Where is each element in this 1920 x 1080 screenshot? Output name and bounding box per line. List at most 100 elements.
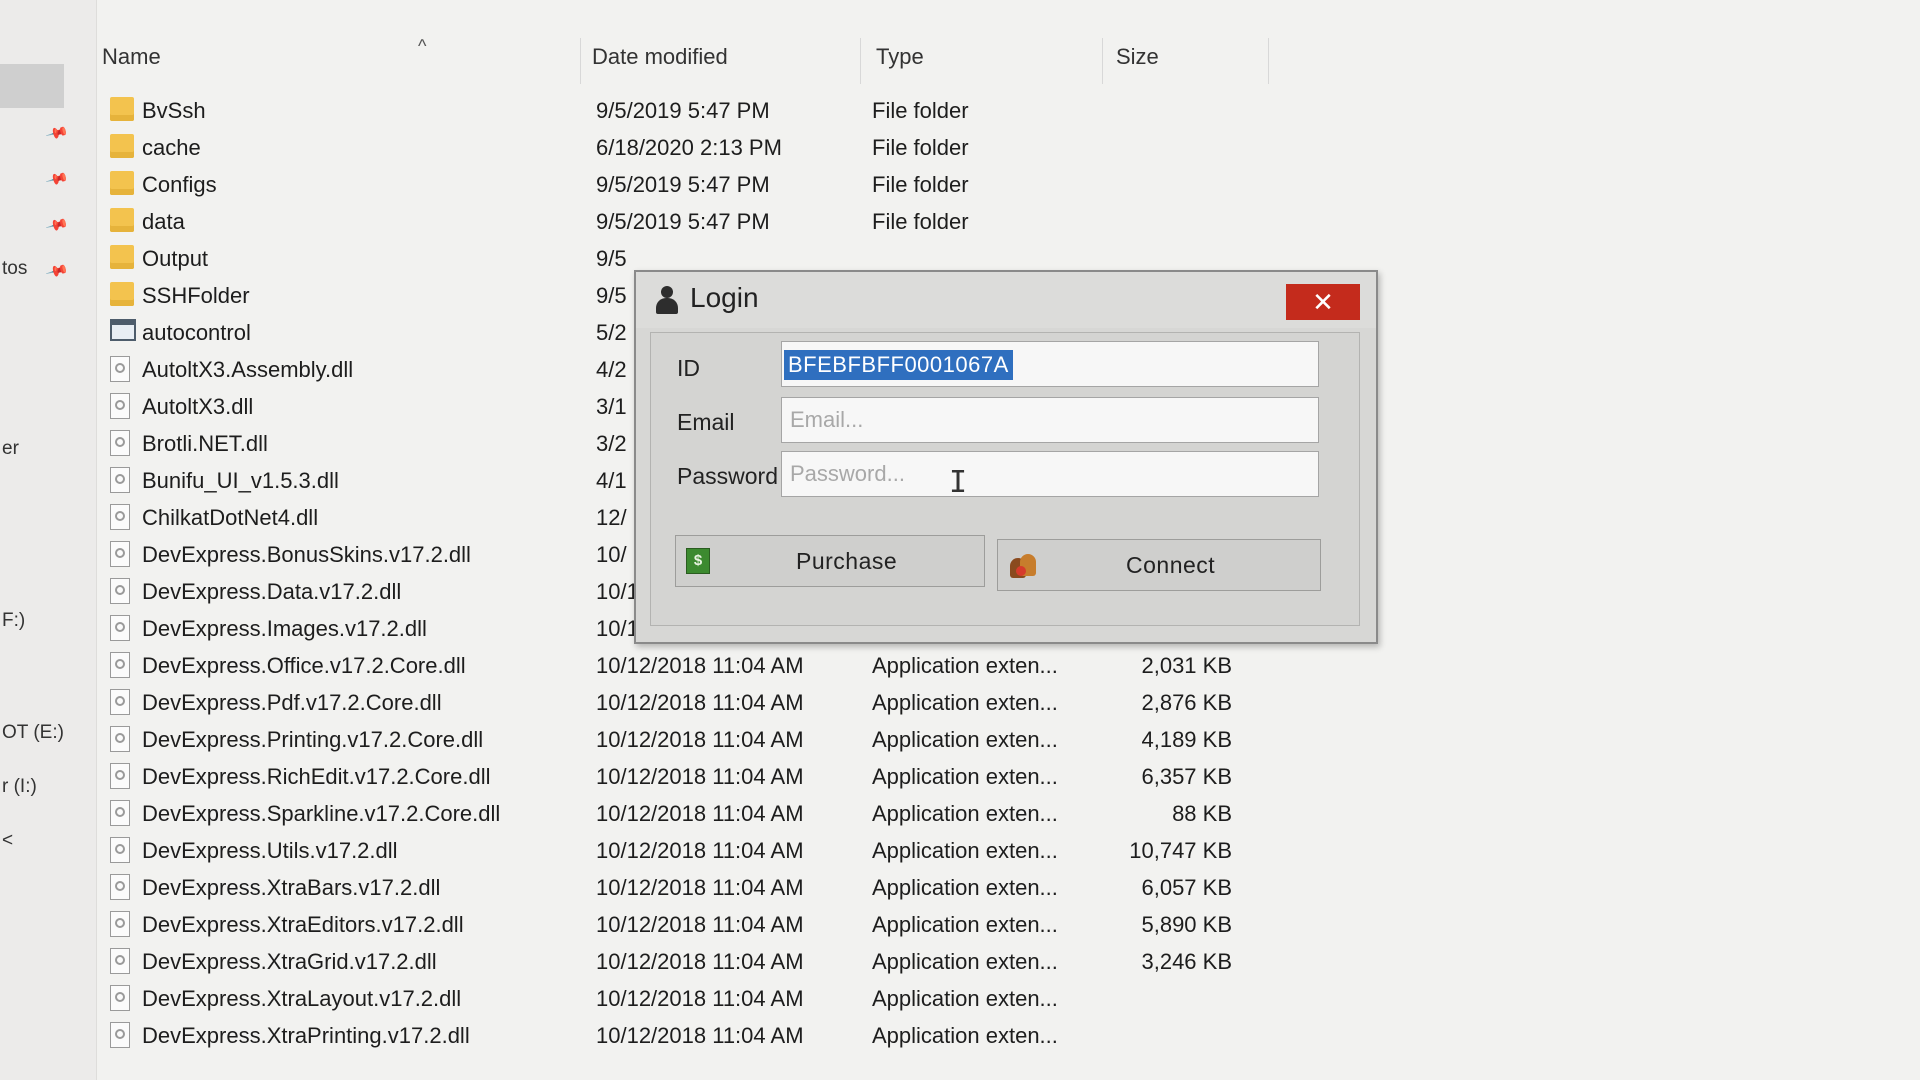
file-name: DevExpress.Office.v17.2.Core.dll	[142, 653, 466, 678]
dll-icon	[110, 726, 132, 752]
dll-icon	[110, 1022, 132, 1048]
column-header-date-modified[interactable]: Date modified	[592, 44, 728, 70]
users-icon	[1008, 550, 1038, 580]
file-date-modified: 10/12/2018 11:04 AM	[596, 764, 804, 789]
close-icon: ✕	[1312, 287, 1334, 317]
file-type: File folder	[872, 98, 969, 123]
file-name: Brotli.NET.dll	[142, 431, 268, 456]
file-date-modified: 10/12/2018 11:04 AM	[596, 801, 804, 826]
dll-icon	[110, 467, 132, 493]
file-date-modified: 3/2	[596, 431, 627, 456]
file-row[interactable]: DevExpress.Pdf.v17.2.Core.dll 10/12/2018 …	[96, 684, 1920, 721]
nav-item-label[interactable]: F:)	[2, 610, 25, 632]
text-cursor-icon: I	[949, 465, 968, 500]
dollar-icon: $	[686, 548, 710, 574]
nav-item-label[interactable]: er	[2, 438, 19, 460]
file-row[interactable]: BvSsh 9/5/2019 5:47 PM File folder	[96, 92, 1920, 129]
pin-icon[interactable]: 📌	[45, 121, 70, 145]
file-name: autocontrol	[142, 320, 251, 345]
pin-icon[interactable]: 📌	[45, 259, 70, 283]
login-form: ID BFEBFBFF0001067A Email Password I $ P…	[650, 332, 1360, 626]
file-row[interactable]: cache 6/18/2020 2:13 PM File folder	[96, 129, 1920, 166]
email-field[interactable]	[781, 397, 1319, 443]
dll-icon	[110, 948, 132, 974]
file-date-modified: 10/12/2018 11:04 AM	[596, 727, 804, 752]
purchase-button[interactable]: $ Purchase	[675, 535, 985, 587]
file-row[interactable]: Configs 9/5/2019 5:47 PM File folder	[96, 166, 1920, 203]
folder-icon	[110, 282, 134, 308]
connect-button[interactable]: Connect	[997, 539, 1321, 591]
folder-icon	[110, 245, 134, 271]
nav-item-label[interactable]: <	[2, 830, 13, 852]
nav-item-label[interactable]: tos	[2, 258, 27, 280]
file-date-modified: 10/12/2018 11:04 AM	[596, 1023, 804, 1048]
column-header-row: ^ Name Date modified Type Size	[96, 36, 1920, 86]
file-row[interactable]: DevExpress.Utils.v17.2.dll 10/12/2018 11:…	[96, 832, 1920, 869]
nav-item-label[interactable]: OT (E:)	[2, 722, 64, 744]
file-date-modified: 10/12/2018 11:04 AM	[596, 838, 804, 863]
file-row[interactable]: DevExpress.Office.v17.2.Core.dll 10/12/20…	[96, 647, 1920, 684]
file-row[interactable]: DevExpress.RichEdit.v17.2.Core.dll 10/12/…	[96, 758, 1920, 795]
file-date-modified: 5/2	[596, 320, 627, 345]
dll-icon	[110, 430, 132, 456]
pin-icon[interactable]: 📌	[45, 167, 70, 191]
file-row[interactable]: DevExpress.XtraBars.v17.2.dll 10/12/2018 …	[96, 869, 1920, 906]
file-name: SSHFolder	[142, 283, 250, 308]
column-divider[interactable]	[860, 38, 861, 84]
application-icon	[110, 319, 136, 345]
dialog-titlebar[interactable]: Login ✕	[636, 272, 1376, 328]
column-header-size[interactable]: Size	[1116, 44, 1159, 70]
close-button[interactable]: ✕	[1286, 284, 1360, 320]
file-row[interactable]: DevExpress.XtraPrinting.v17.2.dll 10/12/2…	[96, 1017, 1920, 1054]
file-type: Application exten...	[872, 653, 1058, 678]
nav-selected-item[interactable]	[0, 64, 64, 108]
dll-icon	[110, 356, 132, 382]
sort-ascending-icon: ^	[418, 36, 427, 56]
nav-item-label[interactable]: r (I:)	[2, 776, 37, 798]
file-name: DevExpress.XtraLayout.v17.2.dll	[142, 986, 462, 1011]
column-divider[interactable]	[580, 38, 581, 84]
file-row[interactable]: DevExpress.XtraLayout.v17.2.dll 10/12/201…	[96, 980, 1920, 1017]
password-field[interactable]	[781, 451, 1319, 497]
dll-icon	[110, 615, 132, 641]
file-type: File folder	[872, 209, 969, 234]
file-row[interactable]: DevExpress.XtraGrid.v17.2.dll 10/12/2018 …	[96, 943, 1920, 980]
file-size: 2,031 KB	[1141, 653, 1232, 678]
file-row[interactable]: DevExpress.Printing.v17.2.Core.dll 10/12/…	[96, 721, 1920, 758]
file-date-modified: 4/2	[596, 357, 627, 382]
file-type: Application exten...	[872, 690, 1058, 715]
dll-icon	[110, 874, 132, 900]
file-row[interactable]: DevExpress.Sparkline.v17.2.Core.dll 10/12…	[96, 795, 1920, 832]
file-date-modified: 10/12/2018 11:04 AM	[596, 875, 804, 900]
file-type: Application exten...	[872, 764, 1058, 789]
navigation-pane: 📌 📌 📌 📌 tos er F:) OT (E:) r (I:) <	[0, 0, 97, 1080]
purchase-button-label: Purchase	[796, 548, 898, 574]
file-date-modified: 10/12/2018 11:04 AM	[596, 912, 804, 937]
file-name: Configs	[142, 172, 217, 197]
column-divider[interactable]	[1102, 38, 1103, 84]
file-name: ChilkatDotNet4.dll	[142, 505, 319, 530]
column-header-name[interactable]: Name	[102, 44, 161, 70]
password-label: Password	[677, 463, 778, 489]
file-type: Application exten...	[872, 727, 1058, 752]
pin-icon[interactable]: 📌	[45, 213, 70, 237]
dll-icon	[110, 763, 132, 789]
file-date-modified: 10/12/2018 11:04 AM	[596, 653, 804, 678]
file-name: DevExpress.Images.v17.2.dll	[142, 616, 427, 641]
id-field[interactable]: BFEBFBFF0001067A	[781, 341, 1319, 387]
dll-icon	[110, 541, 132, 567]
file-date-modified: 10/12/2018 11:04 AM	[596, 986, 804, 1011]
column-divider[interactable]	[1268, 38, 1269, 84]
file-row[interactable]: data 9/5/2019 5:47 PM File folder	[96, 203, 1920, 240]
file-size: 4,189 KB	[1141, 727, 1232, 752]
file-date-modified: 10/12/2018 11:04 AM	[596, 690, 804, 715]
file-size: 6,057 KB	[1141, 875, 1232, 900]
file-size: 3,246 KB	[1141, 949, 1232, 974]
file-row[interactable]: DevExpress.XtraEditors.v17.2.dll 10/12/20…	[96, 906, 1920, 943]
column-header-type[interactable]: Type	[876, 44, 924, 70]
connect-button-label: Connect	[1126, 552, 1216, 578]
file-name: AutoltX3.dll	[142, 394, 254, 419]
file-size: 2,876 KB	[1141, 690, 1232, 715]
file-name: DevExpress.XtraEditors.v17.2.dll	[142, 912, 464, 937]
file-date-modified: 4/1	[596, 468, 627, 493]
